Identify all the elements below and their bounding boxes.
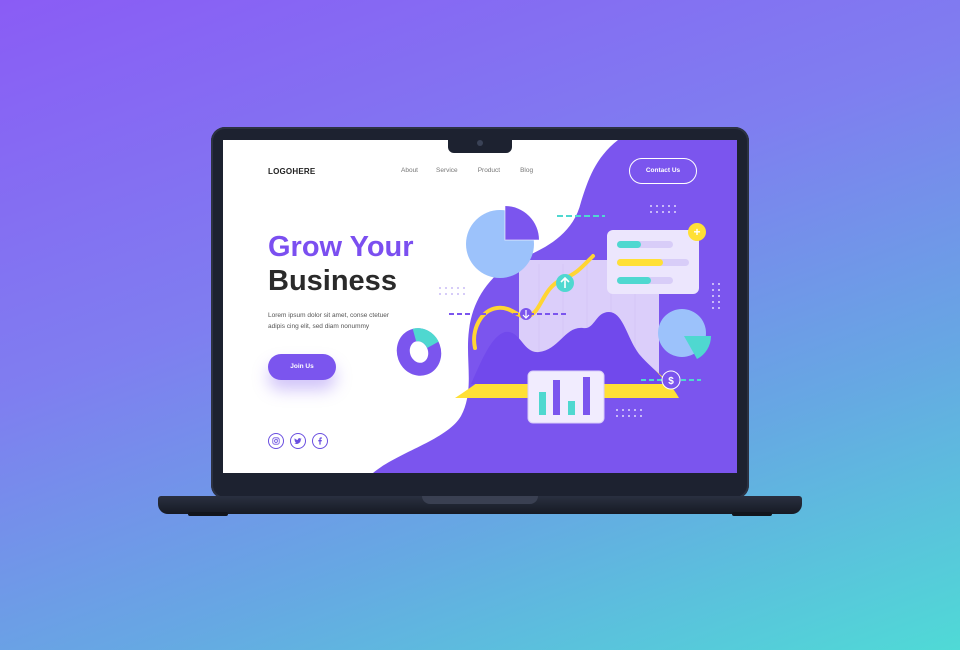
hero-title: Grow Your Business: [268, 230, 414, 298]
nav-link-product[interactable]: Product: [478, 167, 500, 174]
hero-title-line2: Business: [268, 265, 397, 297]
nav-link-service[interactable]: Service: [436, 167, 458, 174]
laptop-base-groove: [422, 496, 538, 504]
hero-description: Lorem ipsum dolor sit amet, conse ctetue…: [268, 310, 398, 332]
hero-description-line1: Lorem ipsum dolor sit amet, conse ctetue…: [268, 312, 390, 319]
progress-fill-1: [617, 241, 641, 248]
instagram-icon[interactable]: [268, 433, 284, 449]
nav-link-blog[interactable]: Blog: [520, 167, 533, 174]
donut-chart: [396, 328, 442, 376]
bar-1: [539, 392, 546, 415]
dot-grid-middle: [439, 287, 465, 295]
nav-links: About Service Product Blog: [401, 167, 533, 174]
bar-3: [568, 401, 575, 415]
hero-title-line1: Grow Your: [268, 231, 414, 263]
hero-description-line2: adipis cing elit, sed diam nonummy: [268, 323, 370, 330]
progress-fill-2: [617, 259, 663, 266]
plus-symbol: +: [693, 225, 700, 239]
camera-icon: [477, 140, 483, 146]
nav-link-about[interactable]: About: [401, 167, 418, 174]
facebook-icon[interactable]: [312, 433, 328, 449]
laptop-mockup: + $ LOGOHERE About Service Product Blog …: [158, 127, 802, 519]
join-us-button[interactable]: Join Us: [268, 354, 336, 380]
pie-slice-purple: [505, 206, 539, 240]
site-logo[interactable]: LOGOHERE: [268, 167, 315, 176]
progress-fill-3: [617, 277, 651, 284]
laptop-notch: [448, 139, 512, 153]
dollar-symbol: $: [668, 376, 674, 387]
laptop-base: [158, 496, 802, 514]
hero-illustration: + $: [373, 140, 737, 473]
contact-us-button[interactable]: Contact Us: [629, 158, 697, 184]
bar-2: [553, 380, 560, 415]
bar-4: [583, 377, 590, 415]
social-links: [268, 433, 328, 449]
twitter-icon[interactable]: [290, 433, 306, 449]
laptop-foot-left: [188, 512, 228, 516]
laptop-foot-right: [732, 512, 772, 516]
website-screen: + $ LOGOHERE About Service Product Blog …: [223, 140, 737, 473]
